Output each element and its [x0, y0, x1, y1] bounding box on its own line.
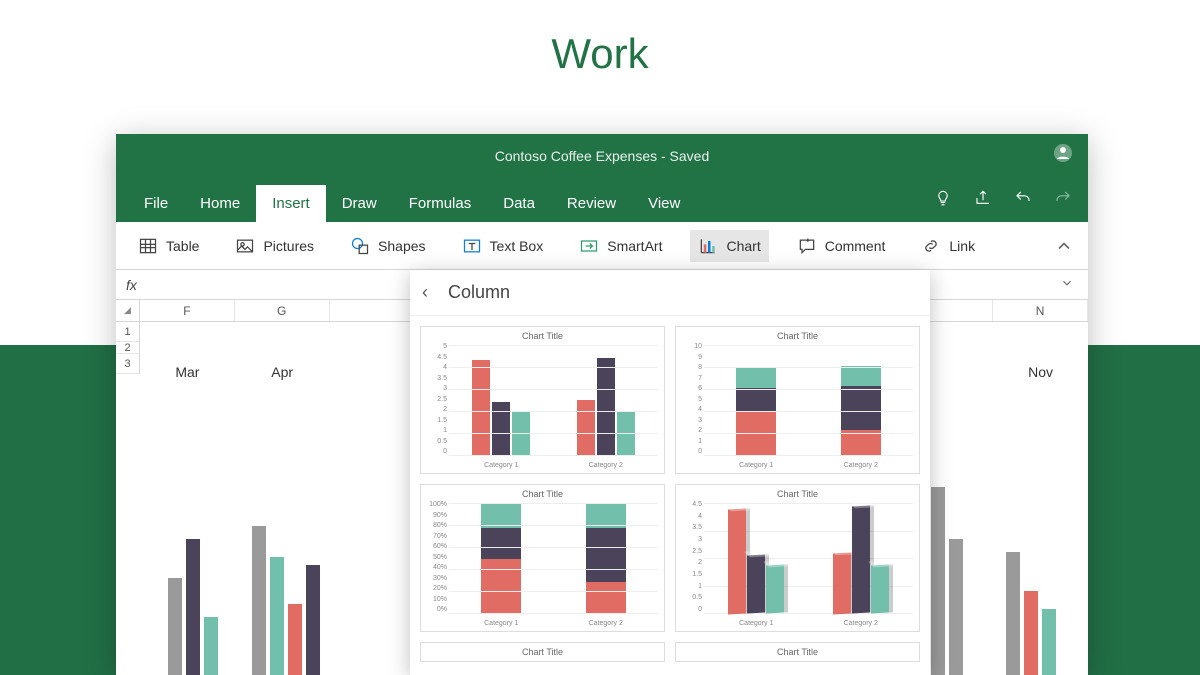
ribbon: Table Pictures Shapes Text Box SmartArt … [116, 222, 1088, 270]
row-header[interactable]: 1 [116, 322, 140, 342]
ribbon-comment-label: Comment [825, 238, 886, 254]
col-header[interactable]: N [993, 300, 1088, 321]
tab-draw[interactable]: Draw [326, 185, 393, 222]
textbox-icon [462, 236, 482, 256]
tab-formulas[interactable]: Formulas [393, 185, 488, 222]
tab-data[interactable]: Data [487, 185, 551, 222]
chart-thumb-title: Chart Title [427, 331, 658, 341]
table-icon [138, 236, 158, 256]
row-header[interactable]: 2 [116, 342, 140, 354]
redo-icon[interactable] [1054, 189, 1072, 212]
page-title: Work [0, 0, 1200, 98]
ribbon-pictures[interactable]: Pictures [227, 230, 322, 262]
chart-option-stacked[interactable]: Chart Title 109876543210 Category 1Categ… [675, 326, 920, 474]
chart-thumb-title: Chart Title [682, 647, 913, 657]
thumb-yaxis: 4.543.532.521.510.50 [680, 501, 702, 613]
thumb-cat: Category 2 [809, 620, 914, 627]
thumb-cat: Category 1 [449, 620, 554, 627]
account-avatar-icon[interactable] [1054, 144, 1072, 162]
excel-window: Contoso Coffee Expenses - Saved File Hom… [116, 134, 1088, 675]
ribbon-link-label: Link [949, 238, 975, 254]
tab-insert[interactable]: Insert [256, 185, 326, 222]
smartart-icon [579, 236, 599, 256]
thumb-yaxis: 100%90%80%70%60%50%40%30%20%10%0% [425, 501, 447, 613]
pictures-icon [235, 236, 255, 256]
tab-view[interactable]: View [632, 185, 696, 222]
thumb-cat: Category 2 [554, 462, 659, 469]
cell[interactable]: Nov [993, 364, 1088, 380]
ribbon-chart-label: Chart [726, 238, 760, 254]
ribbon-comment[interactable]: Comment [789, 230, 894, 262]
tab-home[interactable]: Home [184, 185, 256, 222]
row-headers: 1 2 3 [116, 322, 140, 374]
back-icon[interactable]: ‹ [422, 282, 428, 303]
ribbon-tabs: File Home Insert Draw Formulas Data Revi… [128, 185, 696, 222]
fx-label: fx [126, 277, 137, 293]
ribbon-pictures-label: Pictures [263, 238, 314, 254]
ribbon-shapes[interactable]: Shapes [342, 230, 433, 262]
chart-thumb-title: Chart Title [427, 647, 658, 657]
share-icon[interactable] [974, 189, 992, 212]
thumb-cat: Category 1 [449, 462, 554, 469]
picker-header: ‹ Column [410, 270, 930, 316]
cell[interactable]: Mar [140, 364, 235, 380]
cell[interactable]: Apr [235, 364, 330, 380]
thumb-cat: Category 2 [809, 462, 914, 469]
thumb-cat: Category 1 [704, 462, 809, 469]
col-header[interactable]: G [235, 300, 330, 321]
tab-review[interactable]: Review [551, 185, 632, 222]
lightbulb-icon[interactable] [934, 189, 952, 212]
ribbon-chart[interactable]: Chart [690, 230, 768, 262]
chart-option-more[interactable]: Chart Title [420, 642, 665, 662]
select-all-corner[interactable]: ◢ [116, 300, 140, 321]
chart-thumb-title: Chart Title [682, 331, 913, 341]
shapes-icon [350, 236, 370, 256]
titlebar: Contoso Coffee Expenses - Saved File Hom… [116, 134, 1088, 222]
document-title: Contoso Coffee Expenses - Saved [116, 134, 1088, 164]
chart-icon [698, 236, 718, 256]
picker-grid: Chart Title 54.543.532.521.510.50 Catego… [410, 316, 930, 672]
thumb-yaxis: 54.543.532.521.510.50 [425, 343, 447, 455]
ribbon-smartart[interactable]: SmartArt [571, 230, 670, 262]
chart-option-more[interactable]: Chart Title [675, 642, 920, 662]
expand-formula-icon[interactable] [1060, 276, 1074, 293]
chart-thumb-title: Chart Title [427, 489, 658, 499]
undo-icon[interactable] [1014, 189, 1032, 212]
link-icon [921, 236, 941, 256]
ribbon-link[interactable]: Link [913, 230, 983, 262]
ribbon-smartart-label: SmartArt [607, 238, 662, 254]
chart-picker-panel: ‹ Column Chart Title 54.543.532.521.510.… [410, 270, 930, 675]
ribbon-table-label: Table [166, 238, 199, 254]
chart-option-clustered[interactable]: Chart Title 54.543.532.521.510.50 Catego… [420, 326, 665, 474]
ribbon-textbox-label: Text Box [490, 238, 544, 254]
picker-title: Column [448, 282, 510, 303]
col-header[interactable]: F [140, 300, 235, 321]
ribbon-table[interactable]: Table [130, 230, 207, 262]
thumb-cat: Category 2 [554, 620, 659, 627]
ribbon-shapes-label: Shapes [378, 238, 425, 254]
tab-file[interactable]: File [128, 185, 184, 222]
thumb-yaxis: 109876543210 [680, 343, 702, 455]
ribbon-textbox[interactable]: Text Box [454, 230, 552, 262]
row-header[interactable]: 3 [116, 354, 140, 374]
thumb-cat: Category 1 [704, 620, 809, 627]
titlebar-actions [934, 189, 1072, 212]
chart-thumb-title: Chart Title [682, 489, 913, 499]
collapse-ribbon-icon[interactable] [1054, 236, 1074, 261]
chart-option-stacked-100[interactable]: Chart Title 100%90%80%70%60%50%40%30%20%… [420, 484, 665, 632]
comment-icon [797, 236, 817, 256]
chart-option-3d-clustered[interactable]: Chart Title 4.543.532.521.510.50 Categor… [675, 484, 920, 632]
